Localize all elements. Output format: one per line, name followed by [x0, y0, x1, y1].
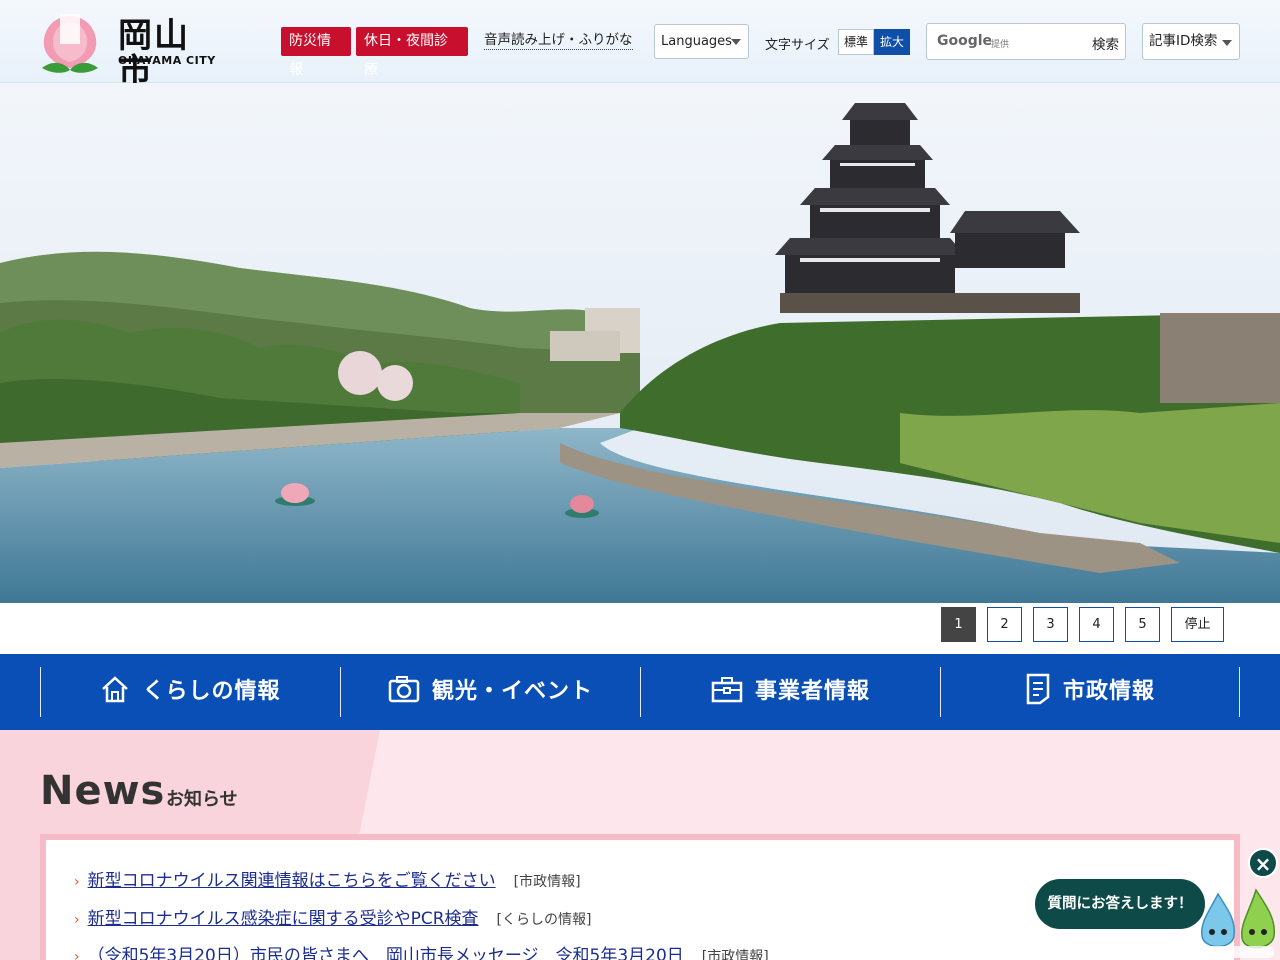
chevron-right-icon: ›	[74, 874, 80, 890]
languages-select[interactable]: Languages	[654, 24, 749, 59]
list-item: › 新型コロナウイルス関連情報はこちらをご覧ください [市政情報]	[74, 870, 581, 893]
list-item: › 新型コロナウイルス感染症に関する受診やPCR検査 [くらしの情報]	[74, 908, 591, 931]
chevron-right-icon: ›	[74, 949, 80, 960]
nav-item-tourism[interactable]: 観光・イベント	[340, 667, 640, 717]
site-header: 岡山市 OKAYAMA CITY 防災情報 休日・夜間診療 音声読み上げ・ふりが…	[0, 0, 1280, 90]
news-category: [市政情報]	[513, 874, 581, 890]
home-icon	[102, 676, 129, 703]
nav-item-city-admin-label: 市政情報	[1062, 679, 1155, 704]
slide-page-3[interactable]: 3	[1033, 607, 1068, 642]
okayama-castle-photo	[0, 83, 1280, 603]
article-id-search-label: 記事ID検索	[1149, 33, 1218, 49]
font-size-large-button[interactable]: 拡大	[874, 29, 910, 55]
city-name-en: OKAYAMA CITY	[118, 54, 216, 67]
font-size-label: 文字サイズ	[765, 38, 830, 53]
nav-item-city-admin[interactable]: 市政情報	[940, 667, 1240, 717]
languages-label: Languages	[661, 34, 732, 49]
main-navigation: くらしの情報 観光・イベント 事業者情報 市政情報	[0, 654, 1280, 730]
article-id-search-select[interactable]: 記事ID検索	[1142, 23, 1240, 60]
hero-slideshow	[0, 83, 1280, 603]
slideshow-stop-button[interactable]: 停止	[1171, 607, 1224, 642]
news-category: [市政情報]	[701, 949, 769, 960]
google-brand: Google	[937, 33, 993, 49]
site-logo[interactable]: 岡山市 OKAYAMA CITY	[38, 8, 218, 90]
peach-logo-icon	[42, 14, 98, 73]
nav-item-tourism-label: 観光・イベント	[431, 679, 593, 704]
news-link[interactable]: （令和5年3月20日）市民の皆さまへ 岡山市長メッセージ 令和5年3月20日	[88, 946, 684, 960]
slide-page-4[interactable]: 4	[1079, 607, 1114, 642]
news-subtitle: お知らせ	[166, 789, 238, 810]
nav-item-business[interactable]: 事業者情報	[640, 667, 940, 717]
nav-item-business-label: 事業者情報	[754, 679, 870, 704]
nav-item-living-label: くらしの情報	[142, 679, 281, 704]
news-link[interactable]: 新型コロナウイルス関連情報はこちらをご覧ください	[88, 871, 496, 891]
nav-item-living[interactable]: くらしの情報	[40, 667, 340, 717]
briefcase-icon	[711, 677, 743, 703]
search-button[interactable]: 検索	[1092, 33, 1119, 53]
document-icon	[1026, 673, 1050, 705]
font-size-standard-button[interactable]: 標準	[838, 29, 874, 55]
mascot-icon[interactable]	[1198, 886, 1280, 960]
slide-page-5[interactable]: 5	[1125, 607, 1160, 642]
chatbot-button[interactable]: 質問にお答えします！	[1035, 879, 1205, 929]
search-input[interactable]: Google 提供 検索	[926, 23, 1126, 60]
chevron-down-icon	[1222, 40, 1232, 46]
list-item: › （令和5年3月20日）市民の皆さまへ 岡山市長メッセージ 令和5年3月20日 […	[74, 945, 769, 960]
news-link[interactable]: 新型コロナウイルス感染症に関する受診やPCR検査	[88, 909, 479, 929]
disaster-info-button[interactable]: 防災情報	[281, 27, 351, 78]
close-icon[interactable]: ×	[1248, 848, 1278, 878]
news-title: News	[40, 768, 166, 814]
chevron-down-icon	[731, 39, 741, 45]
chevron-right-icon: ›	[74, 912, 80, 928]
google-brand-sub: 提供	[991, 40, 1010, 50]
news-category: [くらしの情報]	[496, 912, 592, 928]
voice-reading-link[interactable]: 音声読み上げ・ふりがな	[484, 31, 633, 50]
slide-page-2[interactable]: 2	[987, 607, 1022, 642]
slide-page-1[interactable]: 1	[941, 607, 976, 642]
holiday-clinic-button[interactable]: 休日・夜間診療	[356, 27, 468, 78]
camera-icon	[388, 676, 420, 703]
